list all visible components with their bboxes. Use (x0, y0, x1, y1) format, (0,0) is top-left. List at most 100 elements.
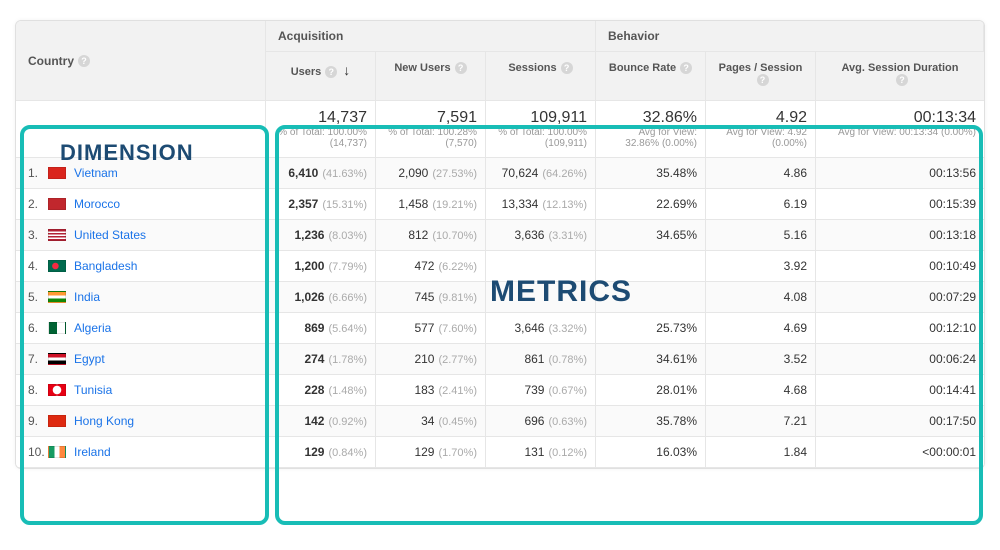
dimension-cell: 6. Algeria (16, 313, 266, 344)
dimension-header[interactable]: Country ? (16, 21, 266, 101)
table-row: 2.Morocco2,357(15.31%)1,458(19.21%)13,33… (16, 189, 984, 220)
country-link[interactable]: Algeria (74, 321, 111, 335)
row-rank: 2. (28, 197, 48, 211)
row-rank: 1. (28, 166, 48, 180)
group-acquisition: Acquisition (266, 21, 596, 52)
cell-asd: 00:13:56 (816, 158, 984, 189)
cell-pps: 4.08 (706, 282, 816, 313)
cell-bounce: 28.01% (596, 375, 706, 406)
cell-sessions: 3,636(3.31%) (486, 220, 596, 251)
cell-bounce: 16.03% (596, 437, 706, 468)
country-link[interactable]: United States (74, 228, 146, 242)
total-bounce: 32.86%Avg for View: 32.86% (0.00%) (596, 101, 706, 158)
col-pps[interactable]: Pages / Session? (706, 52, 816, 101)
row-rank: 3. (28, 228, 48, 242)
cell-sessions: 70,624(64.26%) (486, 158, 596, 189)
country-link[interactable]: Vietnam (74, 166, 118, 180)
row-rank: 7. (28, 352, 48, 366)
table-row: 9.Hong Kong142(0.92%)34(0.45%)696(0.63%)… (16, 406, 984, 437)
row-rank: 9. (28, 414, 48, 428)
col-sessions[interactable]: Sessions? (486, 52, 596, 101)
help-icon[interactable]: ? (680, 62, 692, 74)
cell-new-users: 210(2.77%) (376, 344, 486, 375)
cell-sessions: 739(0.67%) (486, 375, 596, 406)
cell-asd: 00:17:50 (816, 406, 984, 437)
cell-new-users: 472(6.22%) (376, 251, 486, 282)
dimension-cell: 4.Bangladesh (16, 251, 266, 282)
analytics-table: Country ? Acquisition Behavior Users?↓ N… (15, 20, 985, 469)
row-rank: 6. (28, 321, 48, 335)
cell-users: 142(0.92%) (266, 406, 376, 437)
table-row: 10.Ireland129(0.84%)129(1.70%)131(0.12%)… (16, 437, 984, 468)
col-asd[interactable]: Avg. Session Duration? (816, 52, 984, 101)
table-row: 8.Tunisia228(1.48%)183(2.41%)739(0.67%)2… (16, 375, 984, 406)
cell-pps: 7.21 (706, 406, 816, 437)
help-icon[interactable]: ? (325, 66, 337, 78)
dimension-cell: 9. Hong Kong (16, 406, 266, 437)
help-icon[interactable]: ? (757, 74, 769, 86)
country-link[interactable]: Egypt (74, 352, 105, 366)
col-users[interactable]: Users?↓ (266, 52, 376, 101)
cell-bounce: 25.73% (596, 313, 706, 344)
cell-users: 1,026(6.66%) (266, 282, 376, 313)
total-pps: 4.92Avg for View: 4.92 (0.00%) (706, 101, 816, 158)
flag-icon (48, 198, 66, 210)
flag-icon (48, 229, 66, 241)
cell-users: 1,200(7.79%) (266, 251, 376, 282)
row-rank: 8. (28, 383, 48, 397)
col-bounce[interactable]: Bounce Rate? (596, 52, 706, 101)
cell-new-users: 129(1.70%) (376, 437, 486, 468)
country-link[interactable]: Morocco (74, 197, 120, 211)
cell-new-users: 183(2.41%) (376, 375, 486, 406)
total-users: 14,737% of Total: 100.00% (14,737) (266, 101, 376, 158)
cell-new-users: 812(10.70%) (376, 220, 486, 251)
flag-icon (48, 260, 66, 272)
flag-icon (48, 353, 66, 365)
cell-sessions: 131(0.12%) (486, 437, 596, 468)
total-asd: 00:13:34Avg for View: 00:13:34 (0.00%) (816, 101, 984, 158)
cell-pps: 4.69 (706, 313, 816, 344)
table-header: Country ? Acquisition Behavior Users?↓ N… (16, 21, 984, 101)
table-row: 6.Algeria869(5.64%)577(7.60%)3,646(3.32%… (16, 313, 984, 344)
dimension-cell: 10. Ireland (16, 437, 266, 468)
help-icon[interactable]: ? (78, 55, 90, 67)
flag-icon (48, 415, 66, 427)
cell-bounce: 34.61% (596, 344, 706, 375)
total-new-users: 7,591% of Total: 100.28% (7,570) (376, 101, 486, 158)
country-link[interactable]: Hong Kong (74, 414, 134, 428)
dimension-label: Country (28, 54, 74, 68)
cell-bounce: 35.48% (596, 158, 706, 189)
dimension-cell: 3. United States (16, 220, 266, 251)
cell-new-users: 1,458(19.21%) (376, 189, 486, 220)
cell-pps: 4.86 (706, 158, 816, 189)
col-new-users[interactable]: New Users? (376, 52, 486, 101)
cell-sessions: 3,646(3.32%) (486, 313, 596, 344)
country-link[interactable]: Tunisia (74, 383, 112, 397)
flag-icon (48, 446, 66, 458)
sort-arrow-icon: ↓ (343, 62, 350, 78)
dimension-cell: 8. Tunisia (16, 375, 266, 406)
cell-new-users: 34(0.45%) (376, 406, 486, 437)
cell-users: 6,410(41.63%) (266, 158, 376, 189)
cell-bounce: 35.78% (596, 406, 706, 437)
help-icon[interactable]: ? (561, 62, 573, 74)
cell-asd: 00:12:10 (816, 313, 984, 344)
country-link[interactable]: India (74, 290, 100, 304)
country-link[interactable]: Ireland (74, 445, 111, 459)
cell-asd: 00:06:24 (816, 344, 984, 375)
flag-icon (48, 322, 66, 334)
group-behavior: Behavior (596, 21, 984, 52)
country-link[interactable]: Bangladesh (74, 259, 137, 273)
cell-pps: 5.16 (706, 220, 816, 251)
table-row: 3. United States 1,236(8.03%)812(10.70%)3,… (16, 220, 984, 251)
metrics-annotation: METRICS (490, 275, 632, 309)
row-rank: 10. (28, 445, 48, 459)
cell-asd: 00:13:18 (816, 220, 984, 251)
help-icon[interactable]: ? (896, 74, 908, 86)
cell-pps: 3.92 (706, 251, 816, 282)
cell-new-users: 745(9.81%) (376, 282, 486, 313)
cell-pps: 1.84 (706, 437, 816, 468)
cell-asd: 00:10:49 (816, 251, 984, 282)
cell-users: 1,236(8.03%) (266, 220, 376, 251)
help-icon[interactable]: ? (455, 62, 467, 74)
